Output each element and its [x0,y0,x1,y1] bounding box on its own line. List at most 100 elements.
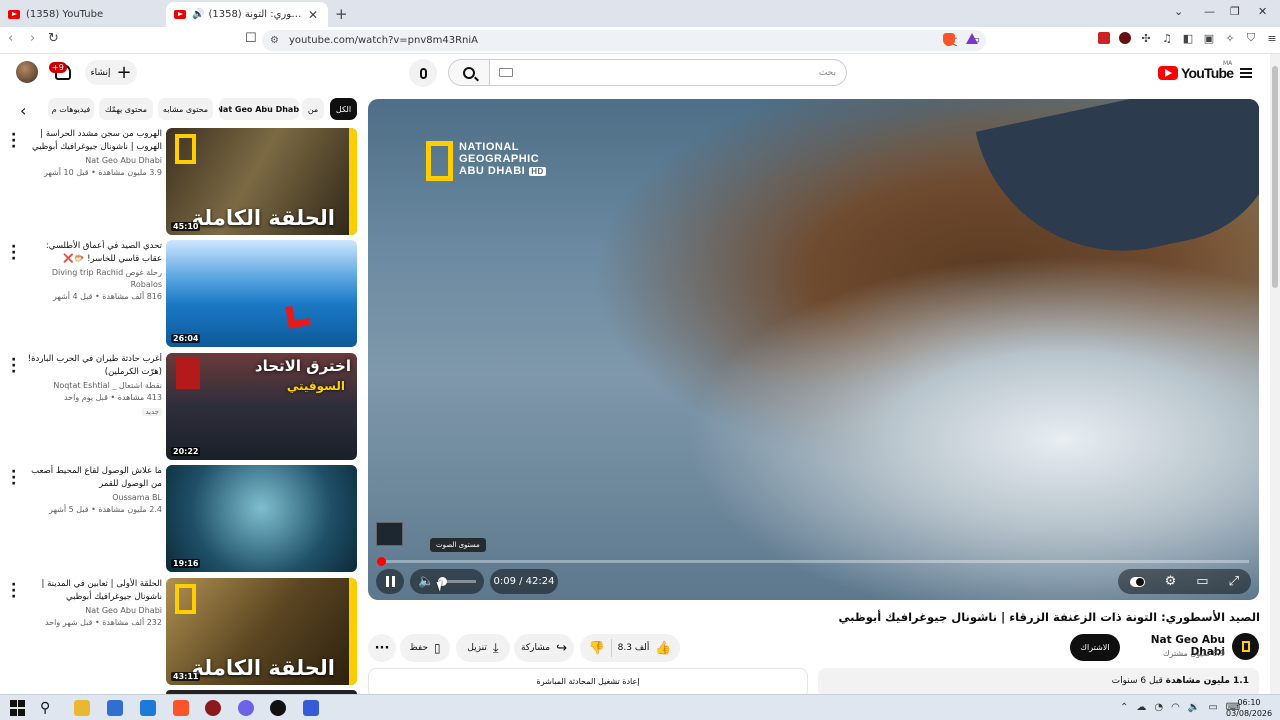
suggestion-title[interactable]: الحلقة الأولى | ثعابين في المدينة | ناشو… [24,578,162,604]
app-red-icon[interactable] [205,700,221,716]
suggestion-title[interactable]: تحدي الصيد في أعماق الأطلسي: عقاب قاسي ل… [24,240,162,266]
more-options-icon[interactable]: · · · [11,578,21,604]
channel-branding-watermark[interactable] [376,522,403,546]
chip-channel[interactable]: Nat Geo Abu Dhabi [219,98,299,120]
vpn-app-icon[interactable] [303,700,319,716]
voice-search-button[interactable] [409,59,437,87]
chat-app-icon[interactable] [238,700,254,716]
volume-slider[interactable] [437,577,476,586]
subscribe-button[interactable]: الاشتراك [1070,634,1120,661]
like-icon[interactable]: 👍 [655,641,671,656]
page-scrollbar[interactable] [1270,54,1280,694]
site-info-icon[interactable]: ⚙ [270,35,279,46]
windows-start-icon[interactable] [10,700,26,716]
progress-bar[interactable] [377,557,1249,566]
taskbar-clock[interactable]: 06:10 03/08/2026 [1226,697,1272,719]
ai-icon[interactable]: ✧ [1224,32,1236,45]
speaker-tray-icon[interactable]: 🔉 [1188,702,1200,713]
youtube-logo[interactable]: YouTube MA [1158,60,1234,81]
new-tab-icon[interactable]: + [335,5,348,23]
suggestion-thumbnail[interactable]: 19:16 [166,465,357,572]
brave-browser-icon[interactable] [173,700,189,716]
chip-interest[interactable]: محتوى يهمّك [99,98,153,120]
suggestion-channel[interactable]: Nat Geo Abu Dhabi [24,605,162,617]
chips-scroll-left-icon[interactable]: ‹ [20,101,26,120]
create-button[interactable]: إنشاء + [85,60,137,85]
tray-overflow-icon[interactable]: ⌃ [1120,702,1128,713]
wifi-icon[interactable]: ◠ [1171,702,1180,713]
suggestion-channel[interactable]: Nat Geo Abu Dhabi [24,155,162,167]
display-icon[interactable]: ▭ [1208,702,1217,713]
minimize-icon[interactable]: — [1204,5,1215,18]
close-tab-icon[interactable]: ✕ [306,8,320,22]
brave-rewards-icon[interactable] [966,33,978,44]
more-options-icon[interactable]: · · · [11,128,21,154]
close-window-icon[interactable]: ✕ [1258,5,1267,18]
wallet-icon[interactable]: ▣ [1203,32,1215,45]
share-button[interactable]: مشاركة ↪ [514,634,574,662]
dislike-icon[interactable]: 👎 [588,641,604,656]
more-options-icon[interactable]: · · · [11,353,21,379]
back-icon[interactable]: ‹ [8,31,13,46]
like-count[interactable]: 8.3 ألف [618,643,650,653]
scrollbar-thumb[interactable] [1272,66,1278,288]
browser-tab-video[interactable]: 🔊 (1358) الصيد الأسطوري: التونة ✕ [166,2,328,27]
brave-shields-icon[interactable] [943,33,955,46]
file-explorer-icon[interactable] [74,700,90,716]
chip-videos[interactable]: فيديوهات م [48,98,94,120]
search-input[interactable]: بحث [489,59,847,86]
reload-icon[interactable]: ↻ [48,31,59,46]
forward-icon[interactable]: › [30,31,35,46]
volume-icon[interactable]: 🔈 [418,574,434,589]
guide-menu-icon[interactable] [1240,68,1252,80]
channel-avatar[interactable] [1232,633,1259,660]
restore-icon[interactable]: ❐ [1230,5,1240,18]
network-icon[interactable]: ◔ [1154,702,1163,713]
suggested-video-1[interactable]: · · · الهروب من سجن مشدد الحراسة | الهروب … [0,128,360,236]
taskbar-search-icon[interactable]: ⚲ [40,700,56,716]
suggestion-channel[interactable]: رحلة غوص Diving trip Rachid Robalos [24,267,162,291]
suggested-video-2[interactable]: · · · تحدي الصيد في أعماق الأطلسي: عقاب قا… [0,240,360,348]
suggestion-title[interactable]: الهروب من سجن مشدد الحراسة | الهروب | نا… [24,128,162,154]
search-button[interactable] [448,59,490,86]
keyboard-icon[interactable] [499,68,513,77]
vpn-icon[interactable]: ⛉ [1245,31,1257,44]
mail-icon[interactable] [140,700,156,716]
suggestion-channel[interactable]: نقطة اشتعال _ Noqtat Eshtial [24,380,162,392]
pause-button[interactable] [376,569,404,594]
chip-similar[interactable]: محتوى مشابه [158,98,213,120]
tab-search-icon[interactable]: ⌄ [1174,5,1183,18]
suggestion-thumbnail[interactable]: الحلقة الكاملة 43:11 [166,578,357,685]
store-icon[interactable] [107,700,123,716]
url-bar[interactable]: ⚙ youtube.com/watch?v=pnv8m43RniA 文 ▭ [262,30,986,51]
browser-menu-icon[interactable]: ≡ [1266,32,1278,45]
more-options-icon[interactable]: · · · [11,240,21,266]
media-icon[interactable]: ♫ [1161,32,1173,45]
bookmark-icon[interactable]: ☐ [245,31,257,46]
autoplay-toggle[interactable] [1130,576,1145,587]
suggestion-channel[interactable]: Oussama BL [24,492,162,504]
speaker-icon[interactable]: 🔊 [192,9,204,20]
suggestion-thumbnail[interactable]: اخترق الاتحاد السوفيتي 20:22 [166,353,357,460]
media-app-icon[interactable] [270,700,286,716]
settings-gear-icon[interactable]: ⚙ [1165,574,1177,589]
suggestion-title[interactable]: ما علاش الوصول لقاع المحيط أصعب من الوصو… [24,465,162,491]
more-options-icon[interactable]: · · · [11,465,21,491]
more-actions-icon[interactable]: ··· [368,634,396,662]
browser-tab-youtube-home[interactable]: (1358) YouTube [0,2,165,27]
suggestion-thumbnail[interactable]: الحلقة الكاملة 45:10 [166,128,357,235]
user-avatar[interactable] [16,61,38,83]
save-button[interactable]: حفظ ▯ [400,634,450,662]
video-player[interactable]: NATIONAL GEOGRAPHIC ABU DHABI HD مستوى ال… [368,99,1259,600]
suggested-video-3[interactable]: · · · أغرب حادثة طيران في الحرب الباردة! (… [0,353,360,461]
suggestion-thumbnail[interactable]: 26:04 [166,240,357,347]
suggested-video-4[interactable]: · · · ما علاش الوصول لقاع المحيط أصعب من ا… [0,465,360,573]
fullscreen-icon[interactable]: ⤢ [1229,574,1239,589]
extensions-puzzle-icon[interactable]: ✣ [1140,32,1152,45]
suggestion-title[interactable]: أغرب حادثة طيران في الحرب الباردة! (هرّت… [24,353,162,379]
extension-red-icon[interactable] [1098,32,1110,44]
suggested-video-5[interactable]: · · · الحلقة الأولى | ثعابين في المدينة | … [0,578,360,686]
progress-scrubber[interactable] [377,557,387,566]
cloud-icon[interactable]: ☁ [1136,702,1146,713]
theater-mode-icon[interactable]: ▭ [1196,574,1208,589]
